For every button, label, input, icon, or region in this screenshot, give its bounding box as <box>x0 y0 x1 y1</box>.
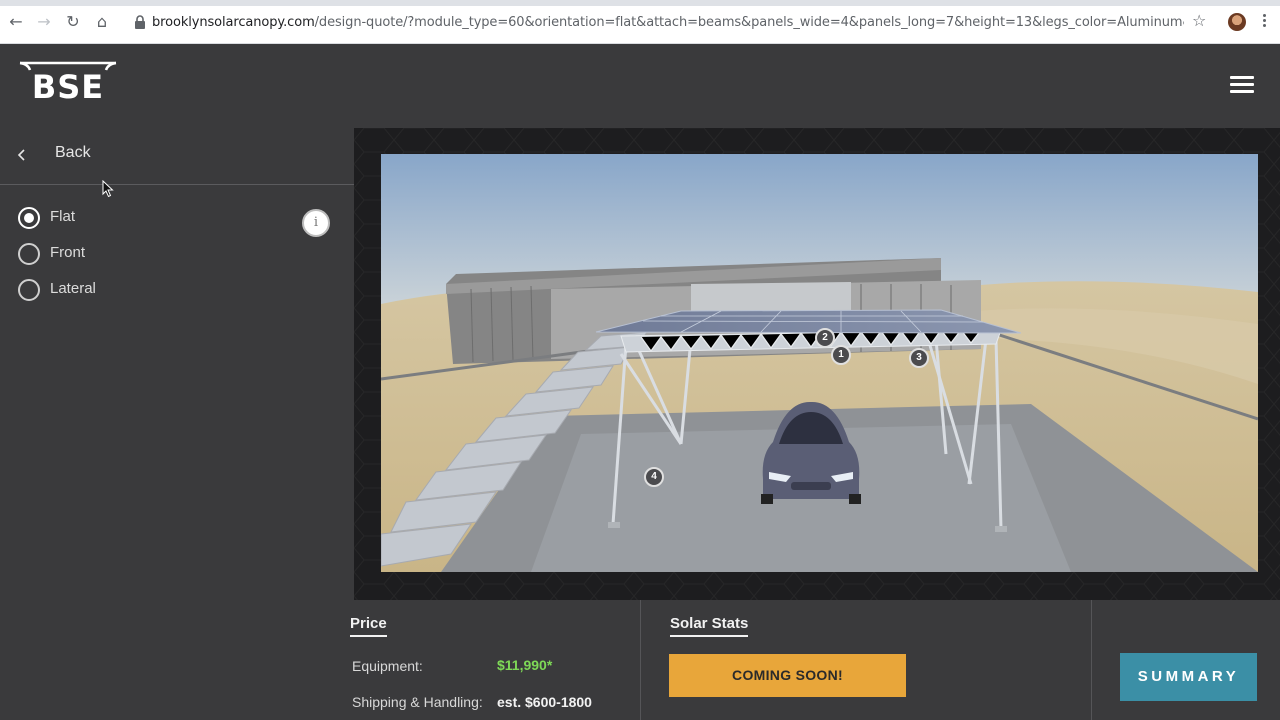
viewer-frame: 2 1 3 4 <box>354 128 1280 600</box>
home-icon[interactable]: ⌂ <box>92 12 112 32</box>
chevron-left-icon <box>17 149 25 161</box>
orientation-option-flat[interactable]: Flat <box>18 205 218 231</box>
back-button[interactable]: Back <box>0 128 354 185</box>
equipment-label: Equipment: <box>352 658 423 674</box>
price-heading: Price <box>350 615 387 637</box>
equipment-price: $11,990* <box>497 657 553 673</box>
mouse-cursor-icon <box>102 180 114 198</box>
column-divider <box>1091 600 1092 720</box>
site-header: BSE <box>0 44 1280 128</box>
quote-summary-panel: Price Equipment: $11,990* Shipping & Han… <box>350 600 1280 720</box>
back-label: Back <box>55 144 91 161</box>
shipping-price: est. $600-1800 <box>497 694 592 710</box>
solar-stats-heading: Solar Stats <box>670 615 749 637</box>
option-label-lateral: Lateral <box>50 280 96 297</box>
option-label-front: Front <box>50 244 86 261</box>
canopy-scene <box>381 154 1258 572</box>
column-divider <box>640 600 641 720</box>
orientation-option-front[interactable]: Front <box>18 241 218 267</box>
hamburger-menu-icon[interactable] <box>1230 76 1254 94</box>
orientation-option-lateral[interactable]: Lateral <box>18 277 218 303</box>
lock-icon <box>135 15 145 29</box>
hotspot-marker-1[interactable]: 1 <box>831 345 851 365</box>
url-text: brooklynsolarcanopy.com/design-quote/?mo… <box>152 15 1184 30</box>
coming-soon-banner: COMING SOON! <box>669 654 906 697</box>
hotspot-marker-3[interactable]: 3 <box>909 348 929 368</box>
bse-logo[interactable]: BSE <box>18 60 118 102</box>
browser-toolbar: ← → ↻ ⌂ brooklynsolarcanopy.com/design-q… <box>0 0 1280 44</box>
bookmark-star-icon[interactable]: ☆ <box>1192 11 1206 30</box>
info-button[interactable]: i <box>302 209 330 237</box>
address-bar[interactable]: brooklynsolarcanopy.com/design-quote/?mo… <box>124 9 1220 37</box>
forward-arrow-icon[interactable]: → <box>34 12 54 32</box>
option-label-flat: Flat <box>50 208 76 225</box>
info-icon: i <box>313 215 319 230</box>
tab-strip <box>0 0 1280 6</box>
shipping-label: Shipping & Handling: <box>352 694 483 710</box>
hotspot-marker-2[interactable]: 2 <box>815 328 835 348</box>
reload-icon[interactable]: ↻ <box>63 12 83 32</box>
sidebar: Back Flat Front Lateral i <box>0 128 354 720</box>
logo-text: BSE <box>32 68 104 102</box>
back-arrow-icon[interactable]: ← <box>6 12 26 32</box>
summary-button[interactable]: SUMMARY <box>1120 653 1257 701</box>
canopy-3d-viewer[interactable]: 2 1 3 4 <box>381 154 1258 572</box>
profile-avatar[interactable] <box>1228 13 1246 31</box>
radio-front[interactable] <box>18 243 40 265</box>
browser-menu-icon[interactable] <box>1262 12 1268 30</box>
url-host: brooklynsolarcanopy.com <box>152 15 315 30</box>
url-path: /design-quote/?module_type=60&orientatio… <box>314 15 1184 30</box>
radio-flat[interactable] <box>18 207 40 229</box>
radio-lateral[interactable] <box>18 279 40 301</box>
hotspot-marker-4[interactable]: 4 <box>644 467 664 487</box>
